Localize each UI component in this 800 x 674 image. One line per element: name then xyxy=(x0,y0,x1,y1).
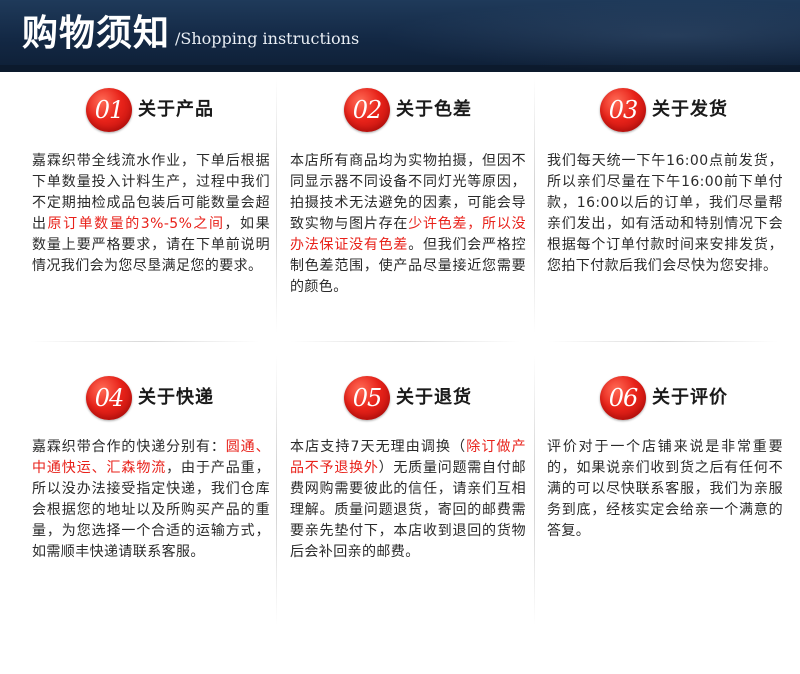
page-subtitle: /Shopping instructions xyxy=(175,29,360,48)
row-divider xyxy=(30,341,260,342)
card-header: 03 关于发货 xyxy=(600,88,800,136)
header-underline xyxy=(0,65,800,72)
card-title: 关于评价 xyxy=(652,387,728,408)
card-courier: 04 关于快递 xyxy=(86,376,326,424)
card-title: 关于产品 xyxy=(138,99,214,120)
card-title: 关于色差 xyxy=(396,99,472,120)
card-header: 04 关于快递 xyxy=(86,376,326,424)
text-segment: 嘉霖织带合作的快递分别有： xyxy=(32,439,226,455)
row-divider xyxy=(548,341,778,342)
text-segment: 我们每天统一下午16:00点前发货，所以亲们尽量在下午16:00前下单付款，16… xyxy=(547,153,783,274)
highlight-text: 原订单数量的3%-5%之间 xyxy=(47,216,225,232)
text-segment: 本店支持7天无理由调换（ xyxy=(290,439,467,455)
number-badge: 02 xyxy=(344,88,390,132)
card-text: 我们每天统一下午16:00点前发货，所以亲们尽量在下午16:00前下单付款，16… xyxy=(547,151,783,277)
card-title: 关于发货 xyxy=(652,99,728,120)
card-color-difference: 02 关于色差 xyxy=(344,88,584,136)
card-shipping: 03 关于发货 xyxy=(600,88,800,136)
card-text: 本店支持7天无理由调换（除订做产品不予退换外）无质量问题需自付邮费网购需要彼此的… xyxy=(290,437,526,563)
page-header: 购物须知 /Shopping instructions xyxy=(0,0,800,72)
card-reviews: 06 关于评价 xyxy=(600,376,800,424)
card-returns: 05 关于退货 xyxy=(344,376,584,424)
card-header: 06 关于评价 xyxy=(600,376,800,424)
card-text: 本店所有商品均为实物拍摄，但因不同显示器不同设备不同灯光等原因，拍摄技术无法避免… xyxy=(290,151,526,298)
card-header: 01 关于产品 xyxy=(86,88,326,136)
card-header: 02 关于色差 xyxy=(344,88,584,136)
card-text: 评价对于一个店铺来说是非常重要的，如果说亲们收到货之后有任何不满的可以尽快联系客… xyxy=(547,437,783,542)
card-header: 05 关于退货 xyxy=(344,376,584,424)
card-product: 01 关于产品 xyxy=(86,88,326,136)
card-text: 嘉霖织带合作的快递分别有：圆通、中通快运、汇森物流，由于产品重，所以没办法接受指… xyxy=(32,437,270,563)
card-title: 关于快递 xyxy=(138,387,214,408)
row-divider xyxy=(290,341,520,342)
number-badge: 04 xyxy=(86,376,132,420)
number-badge: 01 xyxy=(86,88,132,132)
number-badge: 06 xyxy=(600,376,646,420)
text-segment: 评价对于一个店铺来说是非常重要的，如果说亲们收到货之后有任何不满的可以尽快联系客… xyxy=(547,439,783,539)
number-badge: 03 xyxy=(600,88,646,132)
card-text: 嘉霖织带全线流水作业，下单后根据下单数量投入计料生产，过程中我们不定期抽检成品包… xyxy=(32,151,270,277)
number-badge: 05 xyxy=(344,376,390,420)
page-title: 购物须知 xyxy=(22,13,171,54)
card-title: 关于退货 xyxy=(396,387,472,408)
